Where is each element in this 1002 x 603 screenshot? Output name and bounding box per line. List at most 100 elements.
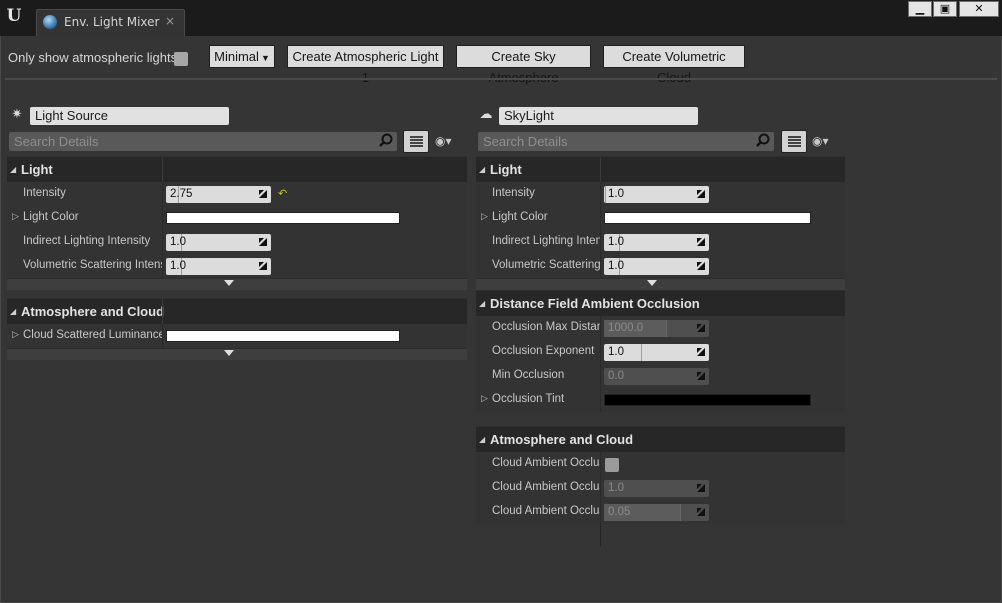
view-options-button[interactable]: [403, 130, 429, 153]
minimal-dropdown-button[interactable]: Minimal ▼: [209, 45, 275, 68]
search-icon: [379, 133, 393, 147]
property-row: ▷ Light Color: [476, 206, 845, 230]
show-advanced-footer[interactable]: [476, 278, 845, 290]
skylight-details-panel: ☁ SkyLight Search Details ◉▾ ◢ Light Int…: [476, 102, 846, 582]
property-row: Intensity 1.0: [476, 182, 845, 206]
object-name-field[interactable]: Light Source: [30, 107, 229, 125]
light-color-swatch[interactable]: [604, 212, 811, 224]
expand-arrow-icon[interactable]: ▷: [481, 394, 488, 404]
visibility-filter-button[interactable]: ◉▾: [812, 134, 842, 150]
indirect-lighting-numeric-input[interactable]: 1.0: [604, 234, 709, 251]
expand-arrow-icon[interactable]: ▷: [12, 330, 19, 340]
details-view: ◢ Light Intensity 2.75 ↶ ▷ Light Color I…: [7, 156, 467, 360]
expand-arrow-icon[interactable]: ▷: [12, 212, 19, 222]
tab-close-icon[interactable]: ×: [165, 14, 175, 28]
visibility-filter-button[interactable]: ◉▾: [435, 134, 465, 150]
eye-icon: ◉▾: [435, 134, 452, 148]
intensity-numeric-input[interactable]: 1.0: [604, 186, 709, 203]
minimal-label: Minimal: [214, 49, 259, 64]
drag-spin-icon: [697, 324, 705, 332]
show-advanced-footer[interactable]: [7, 278, 467, 290]
search-icon: [756, 133, 770, 147]
property-label: Intensity: [492, 187, 535, 199]
search-placeholder: Search Details: [483, 134, 568, 149]
view-options-button[interactable]: [781, 130, 807, 153]
only-show-atmospheric-label: Only show atmospheric lights: [8, 50, 178, 65]
min-occlusion-input[interactable]: 0.0: [604, 368, 709, 385]
drag-spin-icon: [259, 190, 267, 198]
unreal-logo-icon: U: [6, 6, 22, 26]
value-slider-fill: [604, 186, 607, 203]
env-light-mixer-panel: Only show atmospheric lights Minimal ▼ Cr…: [0, 36, 1002, 603]
cloud-ao-strength-input[interactable]: 1.0: [604, 480, 709, 497]
category-distance-field-ao[interactable]: ◢ Distance Field Ambient Occlusion: [476, 290, 845, 316]
property-row: Min Occlusion 0.0: [476, 364, 845, 388]
show-advanced-footer[interactable]: [7, 348, 467, 360]
property-row: ▷ Light Color: [7, 206, 467, 230]
create-atmospheric-light-button[interactable]: Create Atmospheric Light 1: [287, 45, 444, 85]
property-label: Volumetric Scattering Intensity: [23, 259, 163, 271]
property-label: Indirect Lighting Intensity: [492, 235, 600, 247]
volumetric-scattering-numeric-input[interactable]: 1.0: [604, 258, 709, 275]
details-view: ◢ Light Intensity 1.0 ▷ Light Color Indi…: [476, 156, 845, 546]
property-label: Indirect Lighting Intensity: [23, 235, 151, 247]
light-source-details-panel: ✷ Light Source Search Details ◉▾ ◢ Light…: [7, 102, 467, 402]
intensity-numeric-input[interactable]: 2.75: [166, 186, 271, 203]
category-light[interactable]: ◢ Light: [7, 156, 467, 183]
category-atmosphere-and-cloud[interactable]: ◢ Atmosphere and Cloud: [7, 298, 467, 325]
property-label: Light Color: [492, 211, 548, 223]
search-details-input[interactable]: Search Details: [9, 132, 397, 151]
expand-arrow-icon[interactable]: ▷: [481, 212, 488, 222]
directional-light-icon: ✷: [11, 107, 23, 122]
search-details-input[interactable]: Search Details: [478, 132, 774, 151]
create-volumetric-cloud-button[interactable]: Create Volumetric Cloud: [603, 45, 745, 85]
expand-advanced-icon: [647, 280, 657, 286]
occlusion-max-distance-input[interactable]: 1000.0: [604, 320, 709, 337]
only-show-atmospheric-checkbox[interactable]: [174, 52, 188, 66]
property-row: Volumetric Scattering Intensity 1.0: [476, 254, 845, 278]
property-row: ▷ Cloud Scattered Luminance: [7, 324, 467, 348]
title-bar: U Env. Light Mixer × ▁ ▣ ✕: [0, 0, 1002, 36]
property-label: Intensity: [23, 187, 66, 199]
property-label: Occlusion Max Distance: [492, 321, 600, 333]
create-sky-atmosphere-button[interactable]: Create Sky Atmosphere: [456, 45, 591, 85]
drag-spin-icon: [697, 508, 705, 516]
property-label: Occlusion Exponent: [492, 345, 595, 357]
cloud-ambient-occlusion-checkbox[interactable]: [605, 458, 619, 472]
tab-title: Env. Light Mixer: [64, 15, 160, 29]
category-label: Atmosphere and Cloud: [21, 304, 165, 319]
indirect-lighting-numeric-input[interactable]: 1.0: [166, 234, 271, 251]
collapse-triangle-icon: ◢: [479, 165, 486, 174]
property-row: Cloud Ambient Occlusion: [476, 452, 845, 476]
maximize-button[interactable]: ▣: [933, 1, 957, 17]
collapse-triangle-icon: ◢: [10, 165, 17, 174]
drag-spin-icon: [697, 190, 705, 198]
volumetric-scattering-numeric-input[interactable]: 1.0: [166, 258, 271, 275]
property-label: Cloud Ambient Occlusion: [492, 457, 600, 469]
cloud-luminance-color-swatch[interactable]: [166, 330, 400, 342]
occlusion-tint-color-swatch[interactable]: [604, 394, 811, 406]
light-color-swatch[interactable]: [166, 212, 400, 224]
minimize-button[interactable]: ▁: [908, 1, 932, 17]
toolbar-divider: [5, 78, 997, 80]
close-window-button[interactable]: ✕: [959, 1, 999, 17]
property-row: Cloud Ambient Occlusion Extent 0.05: [476, 500, 845, 524]
list-view-icon: [410, 136, 423, 147]
collapse-triangle-icon: ◢: [479, 299, 486, 308]
property-label: Cloud Ambient Occlusion Extent: [492, 505, 600, 517]
property-label: Cloud Scattered Luminance: [23, 329, 163, 341]
property-row: Indirect Lighting Intensity 1.0: [7, 230, 467, 254]
reset-to-default-icon[interactable]: ↶: [278, 187, 287, 200]
occlusion-exponent-input[interactable]: 1.0: [604, 344, 709, 361]
category-label: Distance Field Ambient Occlusion: [490, 296, 700, 311]
property-row: Intensity 2.75 ↶: [7, 182, 467, 206]
cloud-ao-extent-input[interactable]: 0.05: [604, 504, 709, 521]
collapse-triangle-icon: ◢: [10, 307, 17, 316]
category-atmosphere-and-cloud[interactable]: ◢ Atmosphere and Cloud: [476, 426, 845, 452]
drag-spin-icon: [697, 372, 705, 380]
object-name-field[interactable]: SkyLight: [499, 107, 698, 125]
property-row: Volumetric Scattering Intensity 1.0: [7, 254, 467, 278]
category-light[interactable]: ◢ Light: [476, 156, 845, 183]
tab-env-light-mixer[interactable]: Env. Light Mixer ×: [36, 9, 185, 36]
property-row: Occlusion Exponent 1.0: [476, 340, 845, 364]
